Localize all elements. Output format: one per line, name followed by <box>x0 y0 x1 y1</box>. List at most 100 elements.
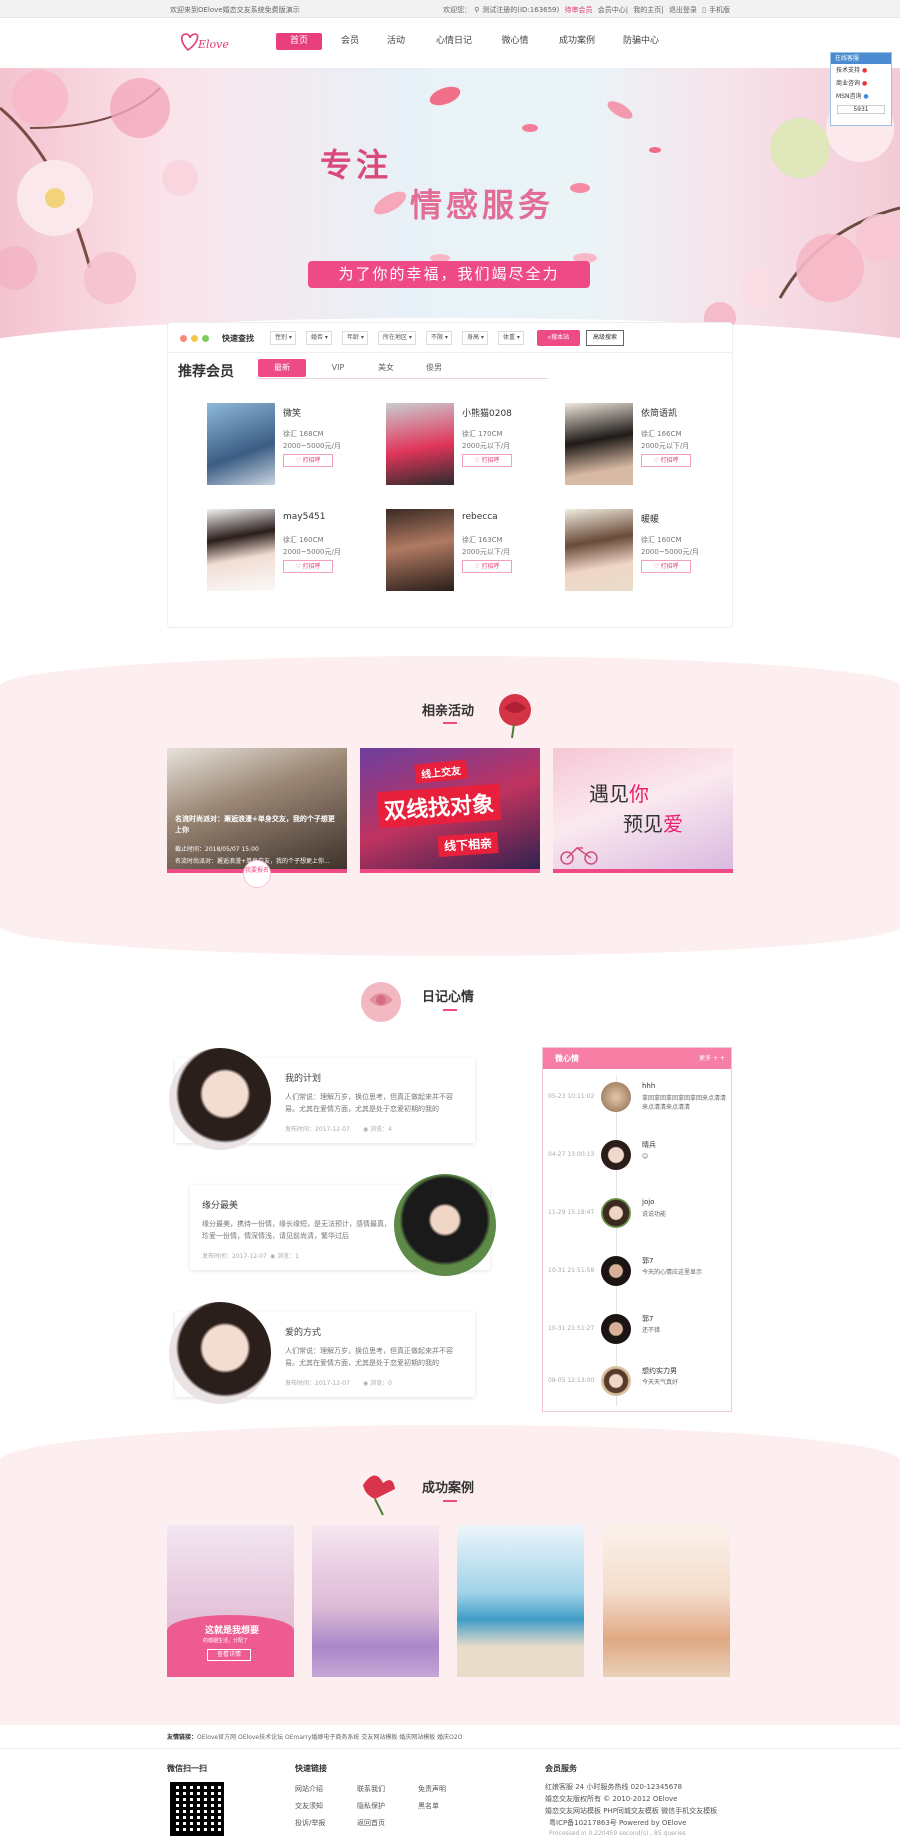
height-select[interactable]: 身高 ▾ <box>462 331 488 345</box>
activity-card[interactable]: 遇见你 预见爱 <box>553 748 733 873</box>
hero-title-line2: 情感服务 <box>410 186 555 224</box>
user-link[interactable]: 测试注册的(ID:163659) <box>482 6 559 14</box>
sub-region-select[interactable]: 不限 ▾ <box>426 331 452 345</box>
diary-avatar[interactable] <box>394 1174 496 1276</box>
mood-name[interactable]: hhh <box>642 1082 655 1090</box>
activity-card[interactable]: 线上交友 双线找对象 线下相亲 <box>360 748 540 873</box>
nav-members[interactable]: 会员 <box>340 33 360 50</box>
business-link[interactable]: 商业咨询 ● <box>831 77 891 90</box>
member-card[interactable]: rebecca 徐汇 163CM 2000元以下/月 ♡ 打招呼 <box>386 509 556 599</box>
mood-item[interactable]: 04-27 13:00:13 晴兵 😊 <box>543 1134 731 1190</box>
mood-avatar[interactable] <box>601 1366 631 1396</box>
nav-mood[interactable]: 微心情 <box>500 33 530 50</box>
member-photo[interactable] <box>207 403 275 485</box>
region-select[interactable]: 所在地区 ▾ <box>378 331 416 345</box>
mood-item[interactable]: 10-31 21:51:27 郭7 还不错 <box>543 1308 731 1364</box>
diary-title[interactable]: 爱的方式 <box>285 1325 321 1338</box>
say-hi-button[interactable]: ♡ 打招呼 <box>462 454 512 467</box>
mood-avatar[interactable] <box>601 1140 631 1170</box>
member-photo[interactable] <box>386 403 454 485</box>
logo[interactable]: Elove <box>178 28 238 56</box>
member-card[interactable]: 依简语凯 徐汇 166CM 2000元以下/月 ♡ 打招呼 <box>565 403 735 493</box>
footer-link[interactable]: 返回首页 <box>357 1818 385 1828</box>
mood-avatar[interactable] <box>601 1082 631 1112</box>
mood-avatar[interactable] <box>601 1314 631 1344</box>
tab-vip[interactable]: VIP <box>316 359 360 377</box>
upgrade-link[interactable]: 待审会员 <box>564 6 592 14</box>
success-card[interactable] <box>603 1525 730 1677</box>
member-name[interactable]: 暖暖 <box>641 512 659 525</box>
search-button[interactable]: ⌕搜本站 <box>537 330 580 346</box>
mood-item[interactable]: 08-05 12:13:00 想约实力男 今天天气真好 <box>543 1360 731 1416</box>
member-photo[interactable] <box>565 509 633 591</box>
diary-title[interactable]: 我的计划 <box>285 1071 321 1084</box>
mood-avatar[interactable] <box>601 1198 631 1228</box>
say-hi-button[interactable]: ♡ 打招呼 <box>462 560 512 573</box>
service-line: 红娘客服 24 小时服务热线 020-12345678 <box>545 1783 683 1791</box>
footer-link[interactable]: 网站介绍 <box>295 1784 323 1794</box>
gender-select[interactable]: 性别 ▾ <box>270 331 296 345</box>
more-link[interactable]: 更多 + + <box>699 1048 725 1069</box>
logout-link[interactable]: 退出登录 <box>669 6 697 14</box>
say-hi-button[interactable]: ♡ 打招呼 <box>641 560 691 573</box>
age-select[interactable]: 年龄 ▾ <box>342 331 368 345</box>
footer-link[interactable]: 联系我们 <box>357 1784 385 1794</box>
member-name[interactable]: 依简语凯 <box>641 406 677 419</box>
msn-link[interactable]: MSN咨询 ● <box>831 90 891 103</box>
say-hi-button[interactable]: ♡ 打招呼 <box>641 454 691 467</box>
footer-link[interactable]: 免责声明 <box>418 1784 446 1794</box>
mood-item[interactable]: 11-29 15:18:47 jojo 说说功能 <box>543 1192 731 1248</box>
diary-title[interactable]: 缘分最美 <box>202 1198 238 1211</box>
member-card[interactable]: may5451 徐汇 160CM 2000~5000元/月 ♡ 打招呼 <box>207 509 377 599</box>
member-card[interactable]: 暖暖 徐汇 160CM 2000~5000元/月 ♡ 打招呼 <box>565 509 735 599</box>
my-home-link[interactable]: 我的主页 <box>633 6 661 14</box>
say-hi-button[interactable]: ♡ 打招呼 <box>283 454 333 467</box>
mood-name[interactable]: 郭7 <box>642 1256 653 1266</box>
diary-avatar[interactable] <box>169 1302 271 1404</box>
member-photo[interactable] <box>565 403 633 485</box>
member-name[interactable]: rebecca <box>462 512 498 522</box>
say-hi-button[interactable]: ♡ 打招呼 <box>283 560 333 573</box>
diary-avatar[interactable] <box>169 1048 271 1150</box>
tech-support-link[interactable]: 技术支持 ● <box>831 64 891 77</box>
mobile-link[interactable]: 手机版 <box>709 6 730 14</box>
footer-link[interactable]: 黑名单 <box>418 1801 439 1811</box>
tab-newest[interactable]: 最新 <box>258 359 306 377</box>
member-card[interactable]: 小熊猫0208 徐汇 170CM 2000元以下/月 ♡ 打招呼 <box>386 403 556 493</box>
member-photo[interactable] <box>386 509 454 591</box>
tab-beauty[interactable]: 美女 <box>364 359 408 377</box>
success-card[interactable] <box>312 1525 439 1677</box>
member-center-link[interactable]: 会员中心 <box>598 6 626 14</box>
nav-home[interactable]: 首页 <box>276 33 322 50</box>
activity-title[interactable]: 名流时尚派对：邂逅浪漫+单身交友，我的个子想更上你 <box>175 814 340 836</box>
member-name[interactable]: may5451 <box>283 512 326 522</box>
view-detail-button[interactable]: 查看详情 <box>207 1649 251 1661</box>
mood-avatar[interactable] <box>601 1256 631 1286</box>
tab-handsome[interactable]: 俊男 <box>412 359 456 377</box>
footer-link[interactable]: 交友须知 <box>295 1801 323 1811</box>
nav-anti-fraud[interactable]: 防骗中心 <box>621 33 661 50</box>
footer-link[interactable]: 隐私保护 <box>357 1801 385 1811</box>
mood-name[interactable]: 想约实力男 <box>642 1366 677 1376</box>
advanced-search-button[interactable]: 高级搜索 <box>586 330 624 346</box>
nav-activities[interactable]: 活动 <box>386 33 406 50</box>
activity-card[interactable]: 名流时尚派对：邂逅浪漫+单身交友，我的个子想更上你 截止时间：2018/05/0… <box>167 748 347 873</box>
success-card[interactable] <box>457 1525 584 1677</box>
nav-diary[interactable]: 心情日记 <box>434 33 474 50</box>
mood-item[interactable]: 05-23 10:11:02 hhh 拿回拿回拿回拿回拿回来点清清来点清清来点清… <box>543 1076 731 1132</box>
member-name[interactable]: 小熊猫0208 <box>462 406 512 419</box>
member-card[interactable]: 微笑 徐汇 168CM 2000~5000元/月 ♡ 打招呼 <box>207 403 377 493</box>
success-card[interactable]: 这就是我想要 的婚姻生活，分配了 查看详情 <box>167 1525 294 1677</box>
mood-name[interactable]: 郭7 <box>642 1314 653 1324</box>
signup-badge[interactable]: 我要报名 <box>243 860 271 888</box>
nav-success[interactable]: 成功案例 <box>557 33 597 50</box>
member-name[interactable]: 微笑 <box>283 406 301 419</box>
marital-select[interactable]: 婚否 ▾ <box>306 331 332 345</box>
friend-links-list[interactable]: OElove官方网 OElove技术论坛 OEmarry婚嫁电子商务系统 交友网… <box>197 1734 462 1741</box>
footer-link[interactable]: 投诉/举报 <box>295 1818 325 1828</box>
mood-name[interactable]: jojo <box>642 1198 654 1206</box>
mood-item[interactable]: 10-31 21:51:58 郭7 今天的心情应这里显示 <box>543 1250 731 1306</box>
member-photo[interactable] <box>207 509 275 591</box>
mood-name[interactable]: 晴兵 <box>642 1140 656 1150</box>
weight-select[interactable]: 体重 ▾ <box>498 331 524 345</box>
